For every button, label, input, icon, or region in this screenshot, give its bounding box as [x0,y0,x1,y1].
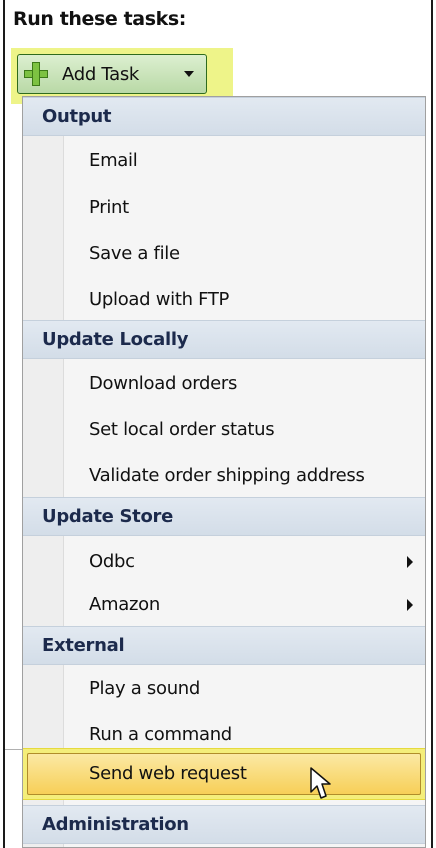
menu-group-output: Output [23,97,425,136]
menu-item-upload-with-ftp[interactable]: Upload with FTP [23,278,425,322]
menu-item-play-a-sound[interactable]: Play a sound [23,667,425,711]
menu-item-validate-order-shipping-address[interactable]: Validate order shipping address [23,454,425,498]
menu-item-set-local-order-status[interactable]: Set local order status [23,408,425,452]
mouse-cursor-icon [310,767,331,799]
chevron-down-icon[interactable] [184,71,194,77]
menu-item-amazon-label: Amazon [89,594,160,615]
menu-item-amazon[interactable]: Amazon [23,583,425,627]
menu-item-print[interactable]: Print [23,186,425,230]
menu-item-email[interactable]: Email [23,139,425,183]
menu-group-update-locally: Update Locally [23,320,425,359]
menu-item-download-orders[interactable]: Download orders [23,362,425,406]
menu-item-send-web-request[interactable]: Send web request [23,748,425,800]
menu-item-odbc[interactable]: Odbc [23,540,425,584]
task-editor-window: Run these tasks: Add Task Output Email P… [0,0,436,848]
menu-group-administration: Administration [23,805,425,844]
submenu-arrow-icon [407,599,413,611]
green-plus-icon [24,62,48,86]
divider [5,749,22,750]
add-task-label: Add Task [62,63,140,85]
menu-item-send-web-request-label: Send web request [89,763,247,784]
add-task-menu: Output Email Print Save a file Upload wi… [22,96,426,848]
menu-group-update-store: Update Store [23,497,425,536]
menu-item-save-a-file[interactable]: Save a file [23,232,425,276]
add-task-button[interactable]: Add Task [17,54,207,94]
menu-item-odbc-label: Odbc [89,551,135,572]
page-title: Run these tasks: [13,8,186,30]
menu-group-external: External [23,626,425,665]
submenu-arrow-icon [407,556,413,568]
